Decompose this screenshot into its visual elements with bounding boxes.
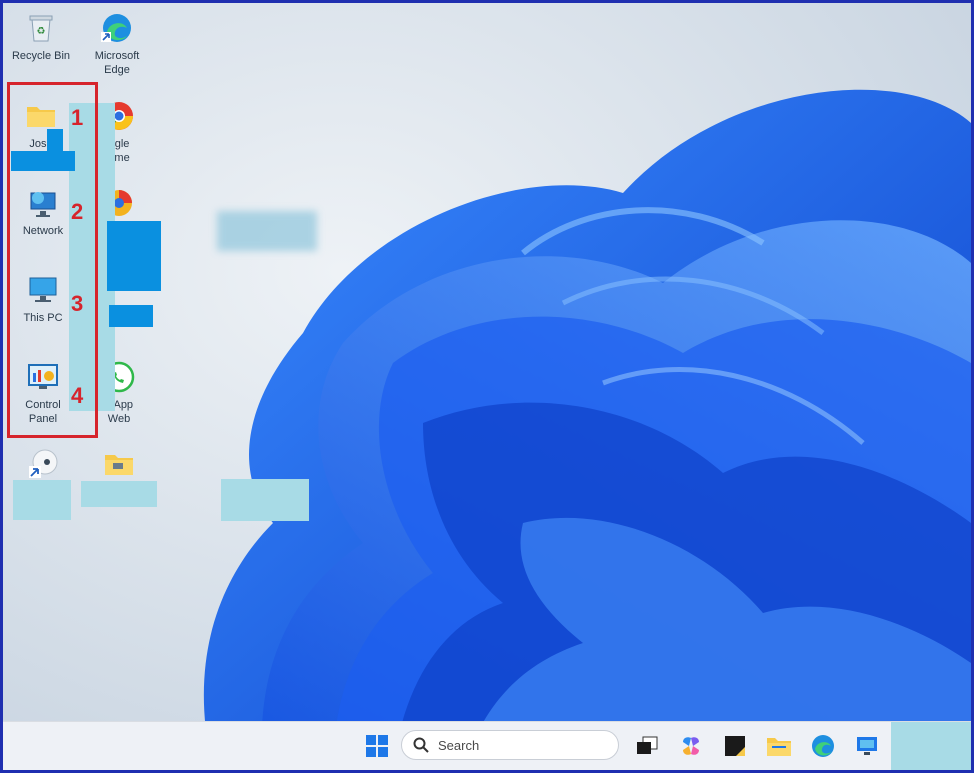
desktop-icon-label: Recycle Bin xyxy=(11,50,71,62)
redaction-blur xyxy=(217,211,317,251)
copilot-icon xyxy=(683,737,699,755)
edge-taskbar-button[interactable] xyxy=(809,732,837,760)
edge-icon xyxy=(812,735,834,757)
redaction-mask xyxy=(107,221,161,291)
annotation-number: 2 xyxy=(71,199,84,224)
desktop-icon-folder[interactable] xyxy=(83,447,155,481)
highlight-box xyxy=(7,82,98,438)
copilot-button[interactable] xyxy=(677,732,705,760)
desktop-screen: ♻ Recycle Bin Microsoft Edge Jose ogle ome… xyxy=(0,0,974,773)
desktop-icon-label: Microsoft Edge xyxy=(94,50,140,76)
file-explorer-icon xyxy=(767,738,791,756)
search-placeholder: Search xyxy=(438,737,480,753)
desktop-icon-recycle-bin[interactable]: ♻ Recycle Bin xyxy=(5,11,77,63)
annotation-number: 1 xyxy=(71,105,84,130)
app-taskbar-button[interactable] xyxy=(853,732,881,760)
task-view-icon xyxy=(637,736,658,754)
remote-desktop-icon xyxy=(857,737,877,755)
file-explorer-button[interactable] xyxy=(765,732,793,760)
annotation-number: 4 xyxy=(71,383,84,408)
recycle-bin-icon: ♻ xyxy=(24,11,58,45)
annotation-number: 3 xyxy=(71,291,84,316)
taskbar-search-box[interactable]: Search xyxy=(401,730,619,760)
start-button[interactable] xyxy=(363,732,391,760)
redaction-mask xyxy=(109,305,153,327)
task-view-button[interactable] xyxy=(633,732,661,760)
search-icon xyxy=(413,737,429,753)
redaction-mask xyxy=(221,479,309,521)
sticky-notes-icon xyxy=(725,736,745,756)
shortcut-icon xyxy=(26,447,60,481)
svg-text:♻: ♻ xyxy=(37,26,46,37)
redaction-mask xyxy=(891,722,971,770)
folder-icon xyxy=(102,447,136,481)
taskbar: Search xyxy=(3,721,971,770)
redaction-mask xyxy=(81,481,157,507)
desktop-icon-microsoft-edge[interactable]: Microsoft Edge xyxy=(79,11,155,77)
windows-logo-icon xyxy=(366,735,388,757)
sticky-notes-button[interactable] xyxy=(721,732,749,760)
desktop-icon-shortcut[interactable] xyxy=(7,447,79,481)
edge-icon xyxy=(100,11,134,45)
redaction-mask xyxy=(13,480,71,520)
